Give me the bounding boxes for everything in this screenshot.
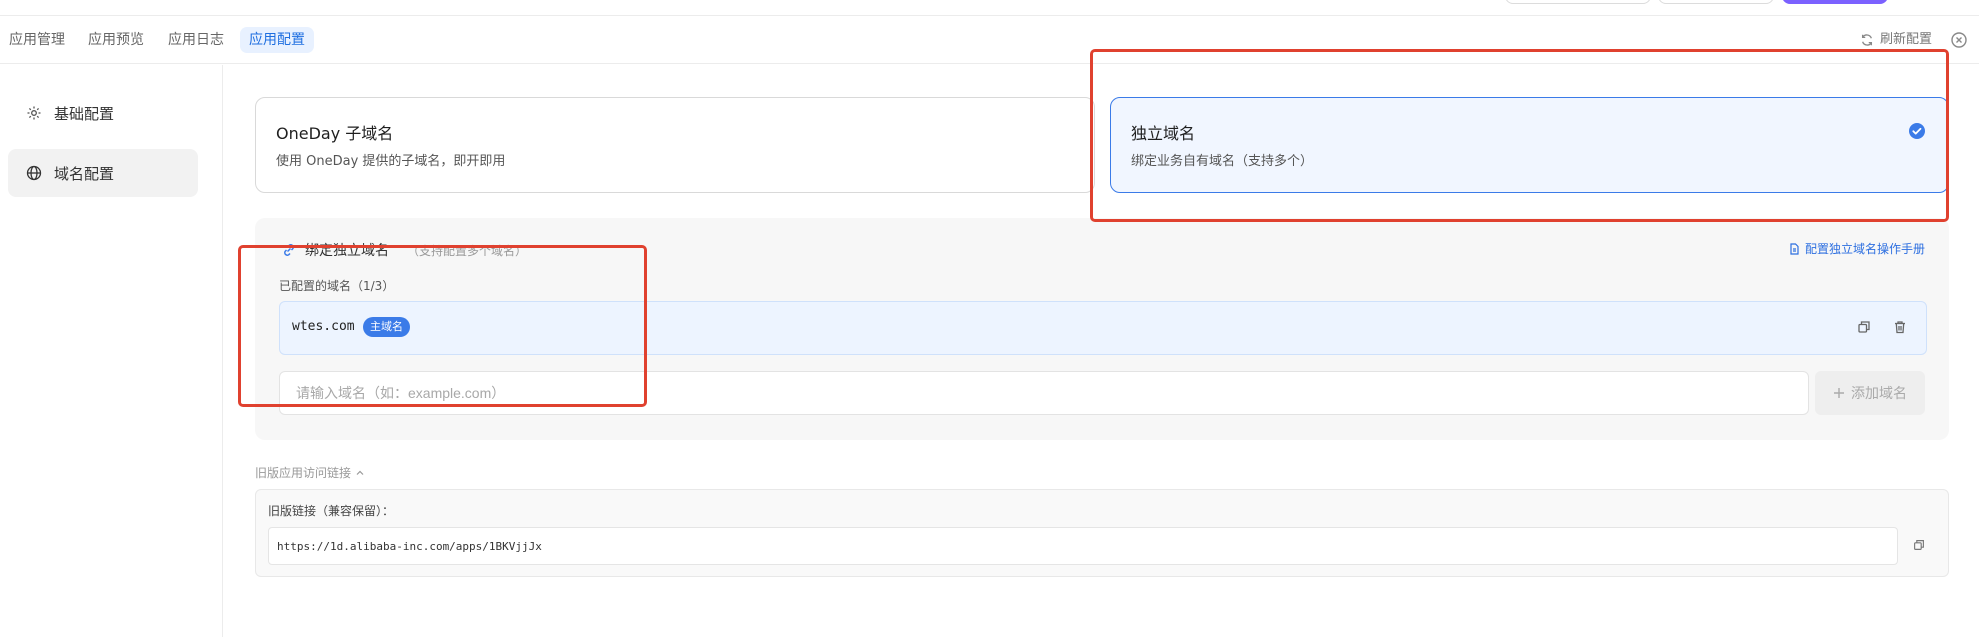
top-header: [0, 0, 1979, 16]
refresh-label: 刷新配置: [1879, 32, 1932, 47]
refresh-icon: [1861, 34, 1873, 46]
subdomain-option-card[interactable]: OneDay 子域名 使用 OneDay 提供的子域名，即开即用: [255, 97, 1095, 193]
panel-title: 绑定独立域名 （支持配置多个域名）: [281, 240, 527, 260]
header-button[interactable]: [1658, 0, 1774, 4]
legacy-link-toggle[interactable]: 旧版应用访问链接: [255, 464, 365, 481]
card-title: OneDay 子域名: [276, 124, 394, 143]
chevron-up-icon: [356, 470, 364, 475]
gear-icon: [27, 106, 41, 120]
card-title: 独立域名: [1131, 124, 1196, 143]
domain-name: wtes.com: [292, 319, 355, 334]
link-icon: [284, 244, 294, 256]
globe-icon: [26, 165, 42, 181]
tab-app-management[interactable]: 应用管理: [9, 27, 65, 53]
manual-link-label: 配置独立域名操作手册: [1804, 242, 1925, 256]
sidebar-item-domain-config[interactable]: 域名配置: [8, 149, 198, 197]
configured-domains-label: 已配置的域名（1/3）: [279, 279, 395, 293]
legacy-link-box: 旧版链接（兼容保留）：: [255, 489, 1949, 577]
add-domain-button[interactable]: 添加域名: [1815, 371, 1925, 415]
sidebar-item-label: 基础配置: [54, 104, 115, 123]
add-domain-label: 添加域名: [1851, 386, 1907, 402]
sidebar-item-label: 域名配置: [54, 164, 115, 183]
tab-app-preview[interactable]: 应用预览: [88, 27, 144, 53]
copy-icon[interactable]: [1912, 538, 1926, 552]
legacy-url-field[interactable]: [268, 527, 1898, 565]
tab-bar: 应用管理 应用预览 应用日志 应用配置 刷新配置: [0, 16, 1979, 64]
domain-binding-panel: 绑定独立域名 （支持配置多个域名） 配置独立域名操作手册 已配置的域名（1/3）…: [255, 218, 1949, 440]
binding-title: 绑定独立域名: [305, 243, 389, 259]
domain-manual-link[interactable]: 配置独立域名操作手册: [1788, 240, 1925, 257]
check-circle-icon: [1909, 123, 1925, 139]
sidebar: 基础配置 域名配置: [0, 65, 223, 637]
domain-input[interactable]: [279, 371, 1809, 415]
tab-app-logs[interactable]: 应用日志: [168, 27, 224, 53]
legacy-toggle-label: 旧版应用访问链接: [255, 466, 352, 480]
copy-icon[interactable]: [1856, 319, 1872, 335]
custom-domain-option-card[interactable]: 独立域名 绑定业务自有域名（支持多个）: [1110, 97, 1949, 193]
document-icon: [1790, 242, 1799, 255]
card-description: 使用 OneDay 提供的子域名，即开即用: [276, 154, 506, 169]
header-button[interactable]: [1505, 0, 1651, 4]
close-icon[interactable]: [1951, 32, 1967, 48]
header-primary-button[interactable]: [1782, 0, 1888, 4]
refresh-config-button[interactable]: 刷新配置: [1860, 27, 1932, 53]
primary-domain-badge: 主域名: [363, 317, 410, 337]
trash-icon[interactable]: [1892, 319, 1908, 335]
plus-icon: [1834, 388, 1844, 398]
sidebar-item-basic-config[interactable]: 基础配置: [8, 89, 198, 137]
legacy-link-label: 旧版链接（兼容保留）：: [268, 504, 395, 518]
card-description: 绑定业务自有域名（支持多个）: [1131, 154, 1314, 169]
tab-app-config[interactable]: 应用配置: [240, 27, 314, 53]
binding-subtitle: （支持配置多个域名）: [407, 243, 528, 258]
domain-list-item: wtes.com 主域名: [279, 301, 1927, 355]
